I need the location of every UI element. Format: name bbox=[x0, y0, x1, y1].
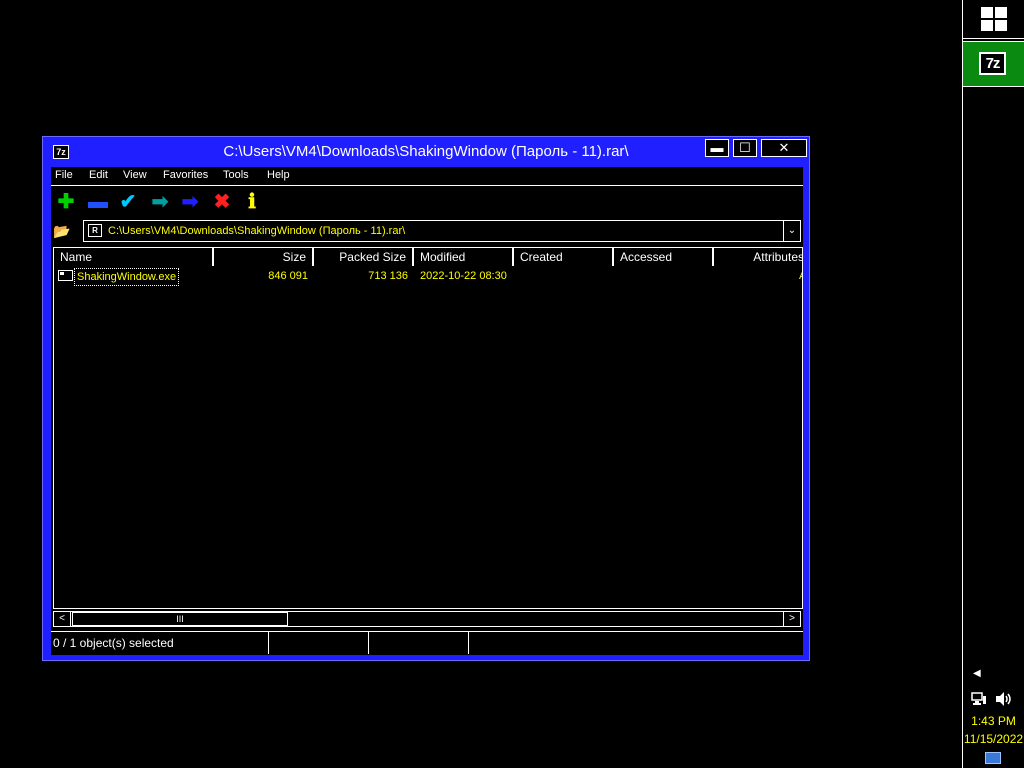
column-header-row: Name Size Packed Size Modified Created A… bbox=[54, 248, 802, 266]
address-field[interactable]: R C:\Users\VM4\Downloads\ShakingWindow (… bbox=[83, 220, 801, 242]
menu-help[interactable]: Help bbox=[267, 169, 290, 181]
clock-date[interactable]: 11/15/2022 bbox=[963, 732, 1024, 746]
test-icon: ✔ bbox=[119, 191, 137, 213]
info-button[interactable]: ℹ bbox=[241, 191, 263, 213]
exe-file-icon bbox=[58, 270, 73, 281]
column-header-size[interactable]: Size bbox=[214, 248, 314, 266]
add-icon: ✚ bbox=[57, 191, 75, 213]
window-client-area: File Edit View Favorites Tools Help ✚ ▬ … bbox=[51, 167, 803, 655]
folder-up-button[interactable]: 📂 bbox=[53, 223, 71, 239]
volume-icon[interactable] bbox=[995, 691, 1013, 707]
test-button[interactable]: ✔ bbox=[117, 191, 139, 213]
menu-file[interactable]: File bbox=[55, 169, 73, 181]
column-header-attributes[interactable]: Attributes bbox=[714, 248, 802, 266]
file-packed-size: 713 136 bbox=[368, 270, 408, 282]
move-icon: ➡ bbox=[181, 191, 199, 213]
network-icon[interactable] bbox=[971, 692, 987, 706]
windows-logo-icon bbox=[981, 7, 1007, 31]
menu-tools[interactable]: Tools bbox=[223, 169, 249, 181]
status-panel-2 bbox=[269, 632, 369, 654]
horizontal-scrollbar[interactable]: < III > bbox=[53, 611, 801, 627]
status-bar: 0 / 1 object(s) selected bbox=[51, 631, 803, 654]
chevron-right-icon: > bbox=[789, 613, 795, 624]
chevron-left-icon: < bbox=[59, 613, 65, 624]
status-selection: 0 / 1 object(s) selected bbox=[51, 632, 269, 654]
action-center-icon[interactable] bbox=[985, 752, 1001, 764]
folder-up-icon: 📂 bbox=[53, 223, 71, 239]
toolbar: ✚ ▬ ✔ ➡ ➡ ✖ ℹ bbox=[51, 189, 803, 215]
window-title: C:\Users\VM4\Downloads\ShakingWindow (Па… bbox=[223, 143, 629, 160]
file-size: 846 091 bbox=[268, 270, 308, 282]
address-bar: 📂 R C:\Users\VM4\Downloads\ShakingWindow… bbox=[51, 219, 803, 243]
column-header-accessed[interactable]: Accessed bbox=[614, 248, 714, 266]
column-header-packed-size[interactable]: Packed Size bbox=[314, 248, 414, 266]
column-header-name[interactable]: Name bbox=[54, 248, 214, 266]
file-name[interactable]: ShakingWindow.exe bbox=[74, 268, 180, 286]
extract-button[interactable]: ▬ bbox=[87, 191, 109, 213]
clock-time[interactable]: 1:43 PM bbox=[963, 714, 1024, 728]
start-button[interactable] bbox=[963, 0, 1024, 39]
chevron-left-icon: ◀ bbox=[973, 668, 981, 679]
move-button[interactable]: ➡ bbox=[179, 191, 201, 213]
7zip-logo-icon: 7z bbox=[979, 52, 1006, 75]
file-accessed bbox=[620, 268, 714, 284]
column-header-modified[interactable]: Modified bbox=[414, 248, 514, 266]
menu-bar: File Edit View Favorites Tools Help bbox=[51, 167, 803, 186]
taskbar: 7z ◀ 1:43 PM 11/15/2022 bbox=[962, 0, 1024, 768]
file-created bbox=[520, 268, 614, 284]
status-panel-4 bbox=[469, 632, 803, 654]
minimize-button[interactable]: ▬ bbox=[705, 139, 729, 157]
copy-button[interactable]: ➡ bbox=[149, 191, 171, 213]
7zip-file-manager-window[interactable]: 7z C:\Users\VM4\Downloads\ShakingWindow … bbox=[42, 136, 810, 661]
address-dropdown-button[interactable]: ⌄ bbox=[783, 221, 800, 241]
menu-favorites[interactable]: Favorites bbox=[163, 169, 208, 181]
status-panel-3 bbox=[369, 632, 469, 654]
scroll-right-button[interactable]: > bbox=[783, 612, 800, 626]
taskbar-app-7zip[interactable]: 7z bbox=[963, 41, 1024, 87]
file-modified: 2022-10-22 08:30 bbox=[420, 270, 507, 282]
archive-icon: R bbox=[88, 224, 102, 237]
scroll-left-button[interactable]: < bbox=[54, 612, 71, 626]
scroll-thumb[interactable]: III bbox=[72, 612, 288, 626]
copy-icon: ➡ bbox=[151, 191, 169, 213]
file-list[interactable]: Name Size Packed Size Modified Created A… bbox=[53, 247, 803, 609]
delete-button[interactable]: ✖ bbox=[211, 191, 233, 213]
add-button[interactable]: ✚ bbox=[55, 191, 77, 213]
column-header-created[interactable]: Created bbox=[514, 248, 614, 266]
grip-icon: III bbox=[176, 614, 184, 624]
show-hidden-icons-button[interactable]: ◀ bbox=[973, 668, 981, 679]
chevron-down-icon: ⌄ bbox=[787, 225, 797, 236]
info-icon: ℹ bbox=[248, 191, 256, 213]
menu-view[interactable]: View bbox=[123, 169, 147, 181]
menu-edit[interactable]: Edit bbox=[89, 169, 108, 181]
file-attributes: A bbox=[799, 268, 802, 284]
7zip-app-icon[interactable]: 7z bbox=[53, 145, 69, 159]
address-path[interactable]: C:\Users\VM4\Downloads\ShakingWindow (Па… bbox=[108, 225, 405, 237]
delete-icon: ✖ bbox=[213, 191, 231, 213]
maximize-button[interactable]: ☐ bbox=[733, 139, 757, 157]
extract-icon: ▬ bbox=[88, 191, 108, 213]
close-button[interactable]: ✕ bbox=[761, 139, 807, 157]
table-row[interactable]: ShakingWindow.exe 846 091 713 136 2022-1… bbox=[54, 268, 802, 286]
